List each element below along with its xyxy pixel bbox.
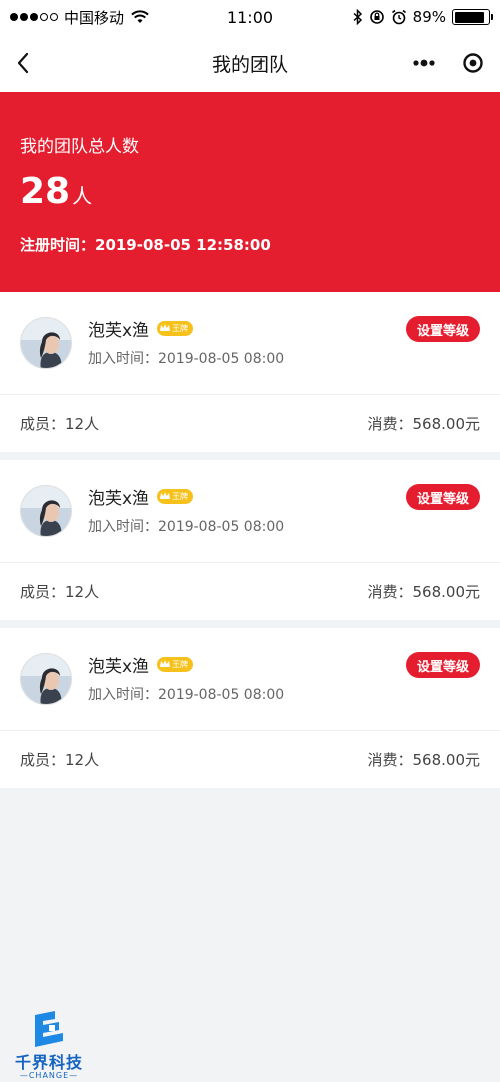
rotation-lock-icon: [369, 10, 384, 24]
alarm-icon: [391, 9, 406, 25]
avatar: [20, 485, 72, 537]
level-badge: 王牌: [157, 656, 194, 672]
watermark-logo: 千界科技 —CHANGE—: [4, 1009, 94, 1080]
member-card-top: 泡芙x渔 王牌 加入时间：2019-08-05 08:00 设置等级: [0, 628, 500, 731]
nav-bar: 我的团队: [0, 34, 500, 92]
avatar: [20, 317, 72, 369]
avatar: [20, 653, 72, 705]
member-name: 泡芙x渔: [88, 656, 150, 677]
member-card-top: 泡芙x渔 王牌 加入时间：2019-08-05 08:00 设置等级: [0, 460, 500, 563]
battery-percent: 89%: [412, 8, 446, 26]
status-left: 中国移动: [10, 7, 150, 28]
register-time: 注册时间：2019-08-05 12:58:00: [20, 236, 271, 254]
crown-icon: [160, 660, 171, 667]
level-badge-text: 王牌: [172, 323, 189, 333]
more-dots-icon[interactable]: [412, 59, 436, 67]
member-name-row: 泡芙x渔 王牌: [88, 484, 284, 509]
team-total: 28 人: [20, 171, 480, 212]
member-card[interactable]: 泡芙x渔 王牌 加入时间：2019-08-05 08:00 设置等级 成员：12…: [0, 460, 500, 620]
team-total-label: 我的团队总人数: [20, 137, 139, 157]
member-name-row: 泡芙x渔 王牌: [88, 652, 284, 677]
member-card-top: 泡芙x渔 王牌 加入时间：2019-08-05 08:00 设置等级: [0, 292, 500, 395]
join-time: 加入时间：2019-08-05 08:00: [88, 351, 285, 367]
set-level-button[interactable]: 设置等级: [405, 484, 480, 510]
level-badge: 王牌: [157, 488, 194, 504]
crown-icon: [160, 492, 171, 499]
status-bar: 中国移动 11:00 89%: [0, 0, 500, 34]
consume-amount: 消费：568.00元: [367, 415, 481, 433]
member-count: 成员：12人: [20, 583, 100, 601]
battery-icon: [452, 9, 493, 25]
logo-icon: [35, 1011, 63, 1047]
team-summary-header: 我的团队总人数 28 人 注册时间：2019-08-05 12:58:00: [0, 92, 500, 292]
join-time: 加入时间：2019-08-05 08:00: [88, 519, 285, 535]
set-level-button[interactable]: 设置等级: [405, 652, 480, 678]
level-badge-text: 王牌: [172, 659, 189, 669]
member-card-bottom: 成员：12人 消费：568.00元: [0, 563, 500, 620]
chevron-left-icon: [17, 52, 29, 74]
consume-amount: 消费：568.00元: [367, 751, 481, 769]
member-card[interactable]: 泡芙x渔 王牌 加入时间：2019-08-05 08:00 设置等级 成员：12…: [0, 292, 500, 452]
member-count: 成员：12人: [20, 415, 100, 433]
level-badge: 王牌: [157, 320, 194, 336]
watermark-text: 千界科技: [14, 1053, 83, 1072]
team-total-count: 28: [20, 171, 71, 212]
member-info: 泡芙x渔 王牌 加入时间：2019-08-05 08:00: [88, 652, 284, 730]
member-list: 泡芙x渔 王牌 加入时间：2019-08-05 08:00 设置等级 成员：12…: [0, 292, 500, 788]
status-right: 89%: [353, 8, 493, 26]
member-card[interactable]: 泡芙x渔 王牌 加入时间：2019-08-05 08:00 设置等级 成员：12…: [0, 628, 500, 788]
team-total-unit: 人: [72, 184, 93, 208]
back-button[interactable]: [16, 48, 46, 78]
member-info: 泡芙x渔 王牌 加入时间：2019-08-05 08:00: [88, 484, 284, 562]
member-name-row: 泡芙x渔 王牌: [88, 316, 284, 341]
carrier-label: 中国移动: [64, 8, 125, 27]
battery-level: [454, 11, 484, 23]
bluetooth-icon: [353, 9, 362, 25]
member-card-bottom: 成员：12人 消费：568.00元: [0, 395, 500, 452]
member-name: 泡芙x渔: [88, 488, 150, 509]
target-circle-icon[interactable]: [462, 52, 484, 74]
member-name: 泡芙x渔: [88, 320, 150, 341]
signal-icon: [10, 13, 58, 21]
member-card-bottom: 成员：12人 消费：568.00元: [0, 731, 500, 788]
consume-amount: 消费：568.00元: [367, 583, 481, 601]
member-count: 成员：12人: [20, 751, 100, 769]
set-level-button[interactable]: 设置等级: [405, 316, 480, 342]
level-badge-text: 王牌: [172, 491, 189, 501]
wifi-icon: [131, 10, 149, 23]
crown-icon: [160, 324, 171, 331]
watermark-subtext: —CHANGE—: [19, 1071, 79, 1080]
member-info: 泡芙x渔 王牌 加入时间：2019-08-05 08:00: [88, 316, 284, 394]
join-time: 加入时间：2019-08-05 08:00: [88, 687, 285, 703]
miniprogram-capsule: [412, 52, 484, 74]
